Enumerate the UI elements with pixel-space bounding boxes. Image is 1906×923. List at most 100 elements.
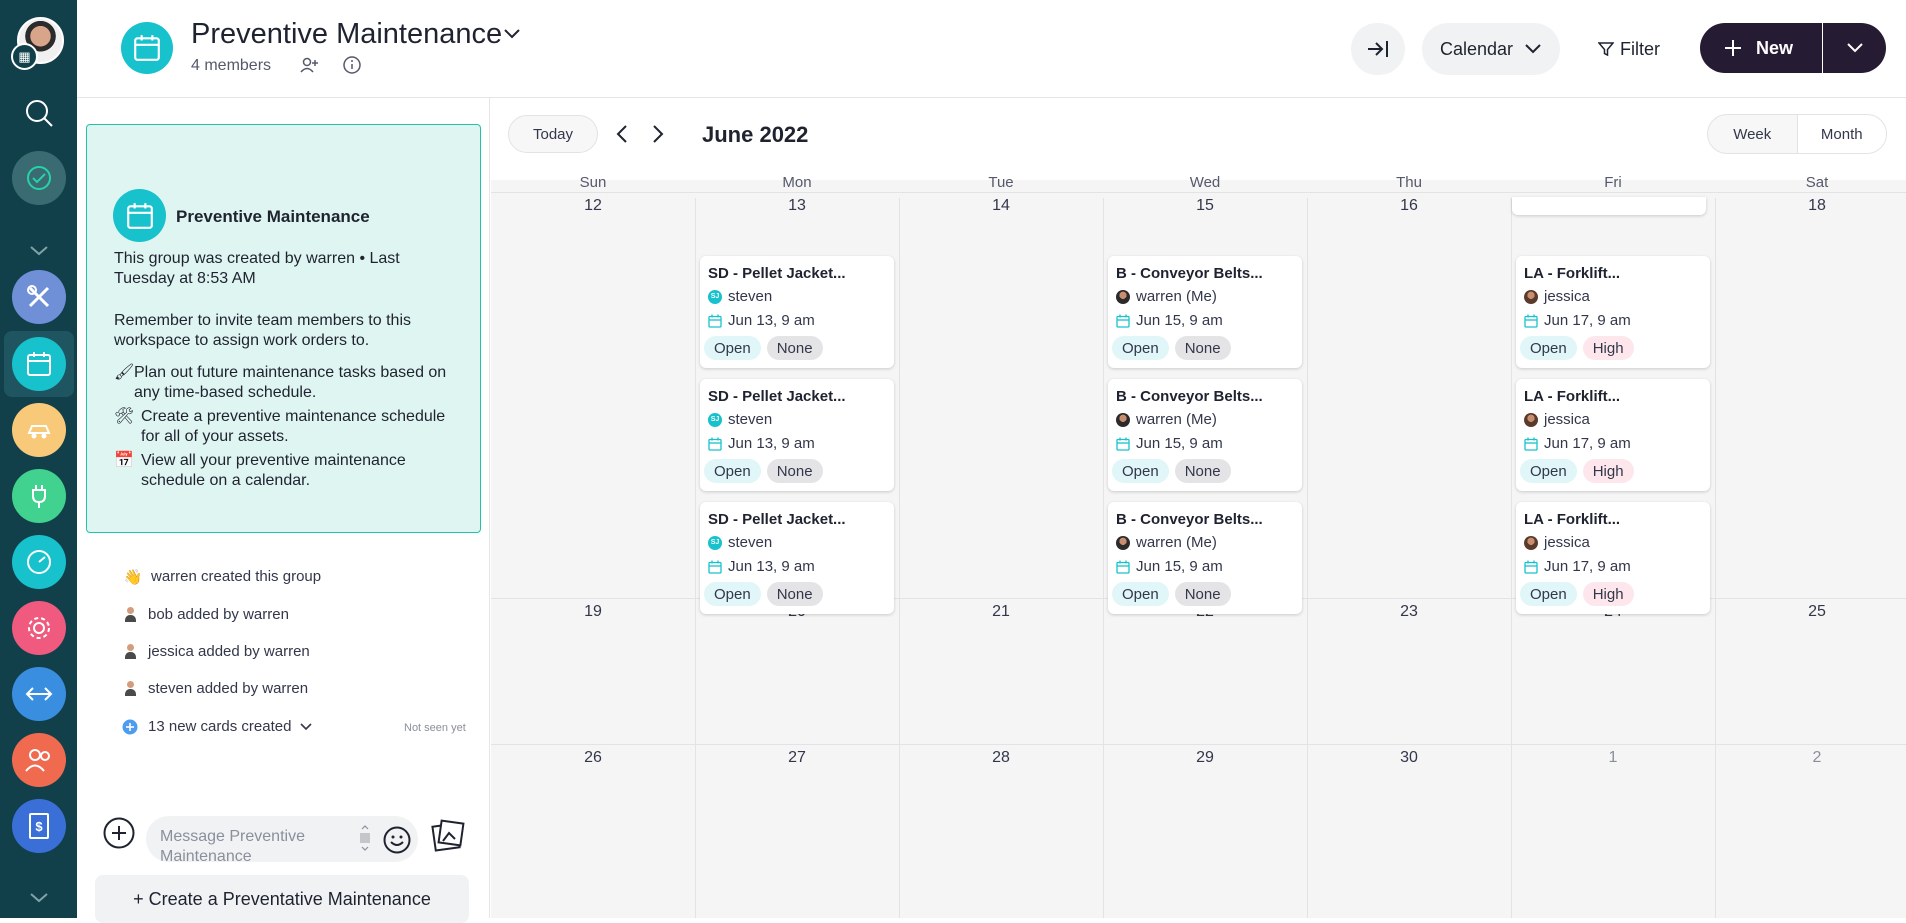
settings-gear-icon[interactable] [12, 601, 66, 655]
month-view-button[interactable]: Month [1796, 115, 1886, 153]
today-button[interactable]: Today [508, 115, 598, 153]
info-icon[interactable] [343, 56, 361, 79]
create-preventive-maintenance-button[interactable]: + Create a Preventative Maintenance [95, 875, 469, 923]
rail-collapse-chevron-icon[interactable] [20, 236, 58, 266]
calendar-small-icon [708, 437, 722, 451]
event-card[interactable]: SD - Pellet Jacket... SJ steven Jun 13, 9 a… [700, 256, 894, 368]
day-number[interactable]: 13 [695, 197, 899, 215]
event-card[interactable]: SD - Pellet Jacket... SJ steven Jun 13, 9 a… [700, 502, 894, 614]
event-card[interactable]: SD - Pellet Jacket... SJ steven Jun 13, 9 a… [700, 379, 894, 491]
event-assignee: jessica [1524, 288, 1590, 305]
page-header: Preventive Maintenance 4 members Calenda… [77, 0, 1906, 98]
day-number[interactable]: 29 [1103, 749, 1307, 767]
group-calendar-icon [113, 189, 166, 242]
tip-plan: 🖌 Plan out future maintenance tasks based… [114, 363, 459, 403]
day-number[interactable]: 21 [899, 603, 1103, 621]
day-number[interactable]: 27 [695, 749, 899, 767]
day-number[interactable]: 12 [491, 197, 695, 215]
add-user-icon[interactable] [300, 57, 318, 78]
new-button[interactable]: New [1700, 23, 1822, 73]
view-chevron-down-icon [1525, 44, 1541, 54]
rail-more-chevron-icon[interactable] [20, 884, 58, 912]
calendar-small-icon [708, 560, 722, 574]
workspace-badge-icon[interactable]: ▦ [11, 43, 38, 70]
grid-row-divider [491, 192, 1906, 193]
event-card[interactable]: LA - Forklift... jessica Jun 17, 9 am Open H… [1516, 379, 1710, 491]
gauge-icon[interactable] [12, 535, 66, 589]
message-input[interactable]: Message Preventive Maintenance [146, 816, 418, 862]
collapse-panel-button[interactable] [1351, 23, 1405, 75]
event-card[interactable]: LA - Forklift... jessica Jun 17, 9 am Open H… [1516, 502, 1710, 614]
receipt-dollar-icon[interactable]: $ [12, 799, 66, 853]
event-assignee: SJ steven [708, 534, 772, 551]
event-date: Jun 15, 9 am [1116, 558, 1223, 575]
assignee-name: jessica [1544, 288, 1590, 305]
feed-item: steven added by warren [122, 680, 308, 697]
view-selector-button[interactable]: Calendar [1422, 23, 1560, 75]
calendar-icon[interactable] [12, 337, 66, 391]
week-view-button[interactable]: Week [1708, 115, 1797, 153]
status-badge: Open [704, 336, 761, 360]
user-initials-avatar: SJ [708, 535, 722, 550]
transfer-arrows-icon[interactable] [12, 667, 66, 721]
hammer-wrench-icon: 🛠 [114, 408, 135, 425]
day-number[interactable]: 18 [1715, 197, 1906, 215]
person-icon [122, 607, 138, 623]
new-button-label: New [1756, 37, 1794, 58]
new-cards-expander[interactable]: 13 new cards created [122, 718, 312, 735]
attach-plus-icon[interactable] [103, 817, 135, 854]
tasks-check-icon[interactable] [12, 151, 66, 205]
day-number[interactable]: 25 [1715, 603, 1906, 621]
day-number[interactable]: 28 [899, 749, 1103, 767]
event-assignee: jessica [1524, 534, 1590, 551]
month-title: June 2022 [702, 122, 809, 147]
message-placeholder: Message Preventive Maintenance [160, 828, 305, 862]
event-card[interactable]: B - Conveyor Belts... warren (Me) Jun 15, … [1108, 256, 1302, 368]
day-number[interactable]: 15 [1103, 197, 1307, 215]
day-number[interactable]: 26 [491, 749, 695, 767]
event-tags: Open None [1112, 582, 1237, 606]
next-month-chevron-icon[interactable] [652, 124, 664, 149]
previous-month-chevron-icon[interactable] [616, 124, 628, 149]
grid-column-divider [695, 198, 696, 918]
filter-button[interactable]: Filter [1598, 23, 1660, 75]
members-count[interactable]: 4 members [191, 57, 271, 75]
search-icon[interactable] [20, 94, 58, 132]
day-number[interactable]: 23 [1307, 603, 1511, 621]
event-title: B - Conveyor Belts... [1116, 511, 1263, 528]
title-chevron-down-icon[interactable] [504, 26, 520, 44]
new-dropdown-button[interactable] [1823, 23, 1886, 73]
priority-badge: High [1582, 459, 1634, 483]
day-number[interactable]: 30 [1307, 749, 1511, 767]
image-gallery-icon[interactable] [431, 819, 465, 860]
plug-icon[interactable] [12, 469, 66, 523]
created-text: This group was created by warren • Last … [114, 250, 400, 287]
day-number[interactable]: 16 [1307, 197, 1511, 215]
team-users-icon[interactable] [12, 733, 66, 787]
wrench-tools-icon[interactable] [12, 270, 66, 324]
input-scrollbar[interactable] [359, 824, 371, 852]
event-card[interactable]: B - Conveyor Belts... warren (Me) Jun 15, … [1108, 379, 1302, 491]
event-card[interactable]: LA - Forklift... jessica Jun 17, 9 am Open H… [1516, 256, 1710, 368]
grid-row-divider [491, 744, 1906, 745]
chevron-down-icon [300, 722, 312, 730]
page-title[interactable]: Preventive Maintenance [191, 18, 502, 51]
previous-week-event-peek[interactable] [1512, 197, 1706, 215]
day-number[interactable]: 1 [1511, 749, 1715, 767]
event-tags: Open High [1520, 582, 1640, 606]
event-card[interactable]: B - Conveyor Belts... warren (Me) Jun 15, … [1108, 502, 1302, 614]
weekday-header: Sun [579, 174, 607, 191]
event-title: B - Conveyor Belts... [1116, 388, 1263, 405]
event-title: LA - Forklift... [1524, 265, 1621, 282]
priority-badge: None [1174, 582, 1231, 606]
weekday-header: Sat [1805, 174, 1829, 191]
event-tags: Open High [1520, 336, 1640, 360]
calendar-small-icon [1116, 560, 1130, 574]
event-assignee: jessica [1524, 411, 1590, 428]
car-icon[interactable] [12, 403, 66, 457]
day-number[interactable]: 19 [491, 603, 695, 621]
day-number[interactable]: 14 [899, 197, 1103, 215]
assignee-name: jessica [1544, 534, 1590, 551]
emoji-smile-icon[interactable] [383, 826, 411, 859]
day-number[interactable]: 2 [1715, 749, 1906, 767]
